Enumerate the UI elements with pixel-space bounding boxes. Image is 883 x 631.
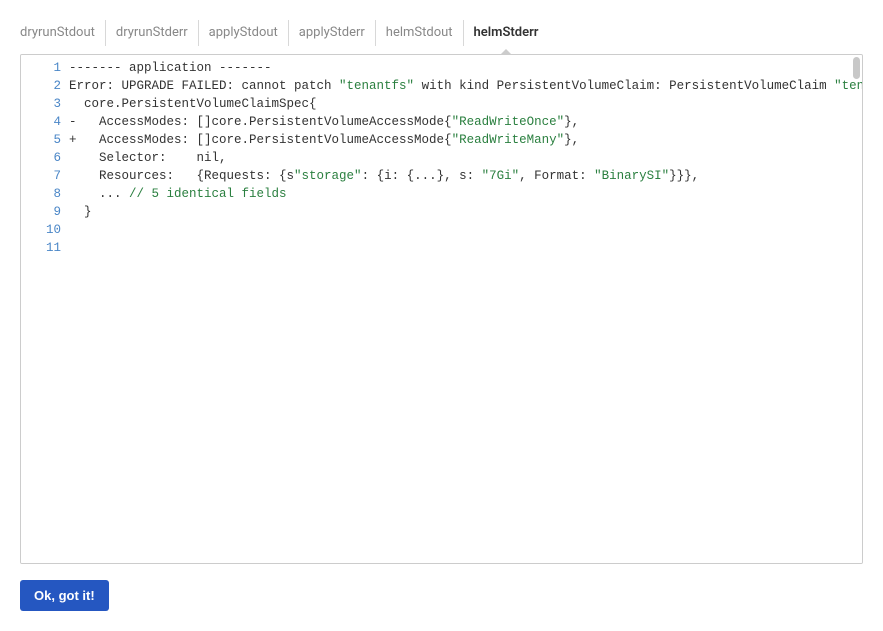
line-number-gutter: 1234567891011 [21,55,69,261]
line-number: 9 [25,203,61,221]
line-number: 11 [25,239,61,257]
log-editor[interactable]: 1234567891011 ------- application ------… [20,54,863,564]
tab-dryrunstderr[interactable]: dryrunStderr [106,20,199,46]
tabs-bar: dryrunStdoutdryrunStderrapplyStdoutapply… [20,20,863,46]
line-number: 3 [25,95,61,113]
line-number: 10 [25,221,61,239]
line-number: 6 [25,149,61,167]
code-line: Resources: {Requests: {s"storage": {i: {… [69,167,863,185]
code-line: Selector: nil, [69,149,863,167]
code-line: core.PersistentVolumeClaimSpec{ [69,95,863,113]
line-number: 4 [25,113,61,131]
code-content: ------- application -------Error: UPGRAD… [69,55,863,261]
scrollbar-thumb[interactable] [853,57,860,79]
code-line: Error: UPGRADE FAILED: cannot patch "ten… [69,77,863,95]
code-line: - AccessModes: []core.PersistentVolumeAc… [69,113,863,131]
code-line [69,239,863,257]
line-number: 5 [25,131,61,149]
line-number: 1 [25,59,61,77]
line-number: 8 [25,185,61,203]
tab-applystderr[interactable]: applyStderr [289,20,376,46]
ok-button[interactable]: Ok, got it! [20,580,109,611]
tab-helmstdout[interactable]: helmStdout [376,20,464,46]
code-line: ------- application ------- [69,59,863,77]
code-line: ... // 5 identical fields [69,185,863,203]
code-line: + AccessModes: []core.PersistentVolumeAc… [69,131,863,149]
tab-applystdout[interactable]: applyStdout [199,20,289,46]
line-number: 7 [25,167,61,185]
tab-helmstderr[interactable]: helmStderr [464,20,549,46]
code-line [69,221,863,239]
line-number: 2 [25,77,61,95]
code-line: } [69,203,863,221]
tab-dryrunstdout[interactable]: dryrunStdout [20,20,106,46]
